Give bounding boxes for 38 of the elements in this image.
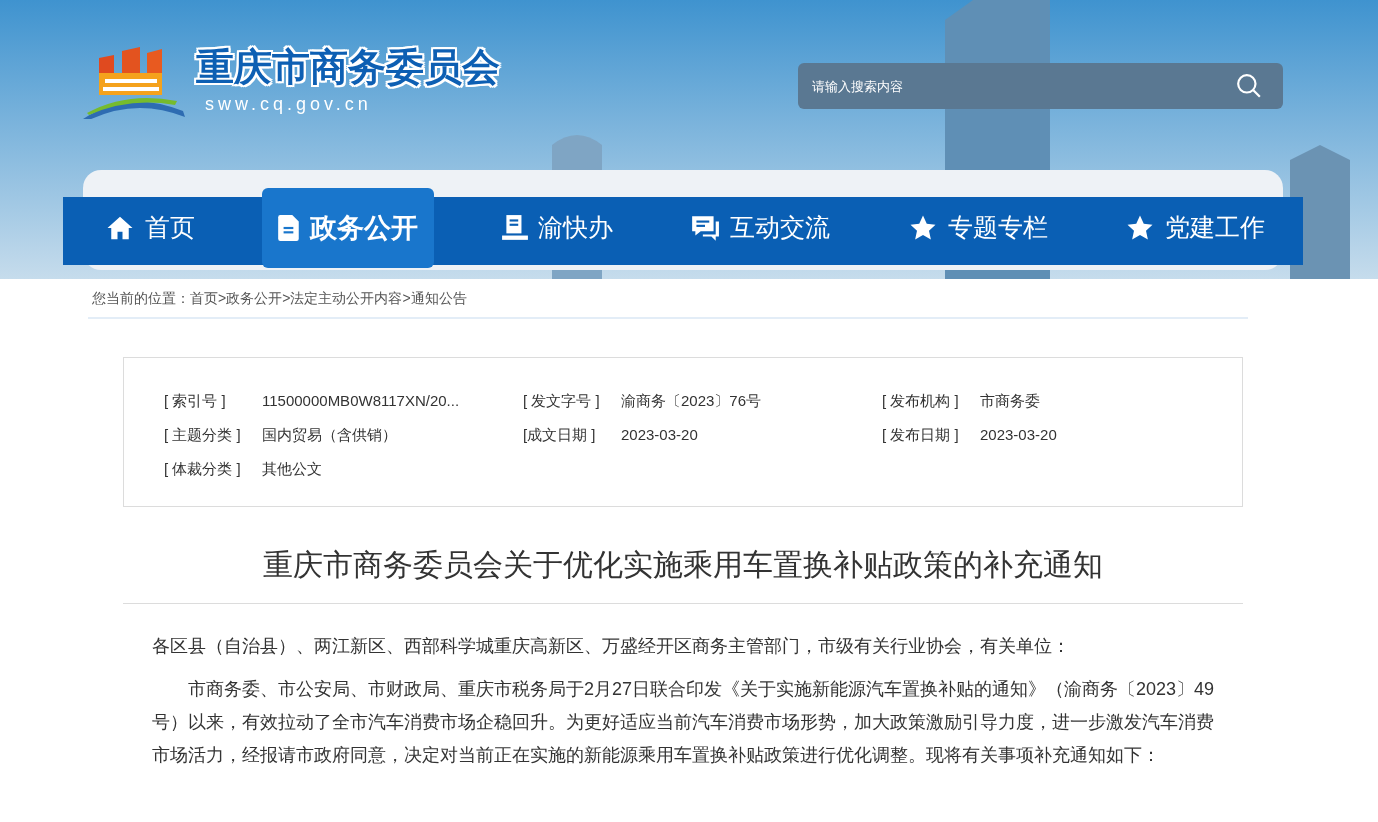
breadcrumb-separator: > (402, 288, 411, 308)
chat-icon (690, 214, 721, 242)
breadcrumb-link[interactable]: 法定主动公开内容 (290, 287, 403, 309)
field-value: 2023-03-20 (980, 424, 1057, 445)
field-label: [ 发布日期 ] (882, 424, 960, 445)
field-label: [ 主题分类 ] (164, 424, 242, 445)
breadcrumb-separator: > (282, 288, 291, 308)
body-paragraph: 市商务委、市公安局、市财政局、重庆市税务局于2月27日联合印发《关于实施新能源汽车置换补贴的通知》（渝商务〔2023〕49号）以来，有效拉动了全市汽车消费市场企稳回升。为更好适应当前汽车消费市场形势，加大政策激励引导力度，进一步激发汽车消费市场活力，经报请市政府同意，决定对当前正在实施的新能源乘用车置换补贴政策进行优化调整。现将有关事项补充通知如下： (152, 678, 1216, 767)
breadcrumb-link[interactable]: 政务公开 (226, 287, 283, 309)
document-icon (278, 215, 301, 241)
field-value: 11500000MB0W8117XN/20... (262, 390, 460, 411)
breadcrumb-link[interactable]: 首页 (190, 287, 218, 309)
field-label: [ 体裁分类 ] (164, 458, 242, 479)
field-value: 渝商务〔2023〕76号 (621, 390, 762, 411)
search-icon[interactable] (1236, 73, 1262, 99)
breadcrumb-label: 您当前的位置： (92, 288, 190, 308)
breadcrumb-separator: > (218, 288, 227, 308)
nav-tab[interactable]: 首页 (95, 194, 205, 262)
article-title: 重庆市商务委员会关于优化实施乘用车置换补贴政策的补充通知 (123, 545, 1243, 604)
field-value: 市商务委 (980, 390, 1040, 411)
field-label: [ 发文字号 ] (523, 390, 601, 411)
breadcrumb-link[interactable]: 通知公告 (410, 287, 467, 309)
nav-tab[interactable]: 渝快办 (491, 194, 623, 262)
nav-tab[interactable]: 政务公开 (262, 188, 435, 268)
search-field[interactable]: 请输入搜索内容 (798, 63, 1283, 109)
nav-tab[interactable]: 党建工作 (1114, 194, 1275, 262)
field-label: [ 发布机构 ] (882, 390, 960, 411)
field-value: 国内贸易（含供销） (262, 424, 397, 445)
field-value: 其他公文 (262, 458, 322, 479)
site-name: 重庆市商务委员会 (196, 48, 500, 86)
field-value: 2023-03-20 (621, 424, 698, 445)
nav-tab[interactable]: 互动交流 (680, 194, 841, 262)
salutation-text: 各区县（自治县）、两江新区、西部科学城重庆高新区、万盛经开区商务主管部门，市级有关行业协会，有关单位： (152, 635, 1071, 658)
nav-tab[interactable]: 专题专栏 (897, 194, 1058, 262)
desk-icon (501, 214, 528, 242)
field-label: [成文日期 ] (523, 424, 597, 445)
site-domain: sww.cq.gov.cn (205, 95, 372, 113)
field-label: [ 索引号 ] (164, 390, 227, 411)
